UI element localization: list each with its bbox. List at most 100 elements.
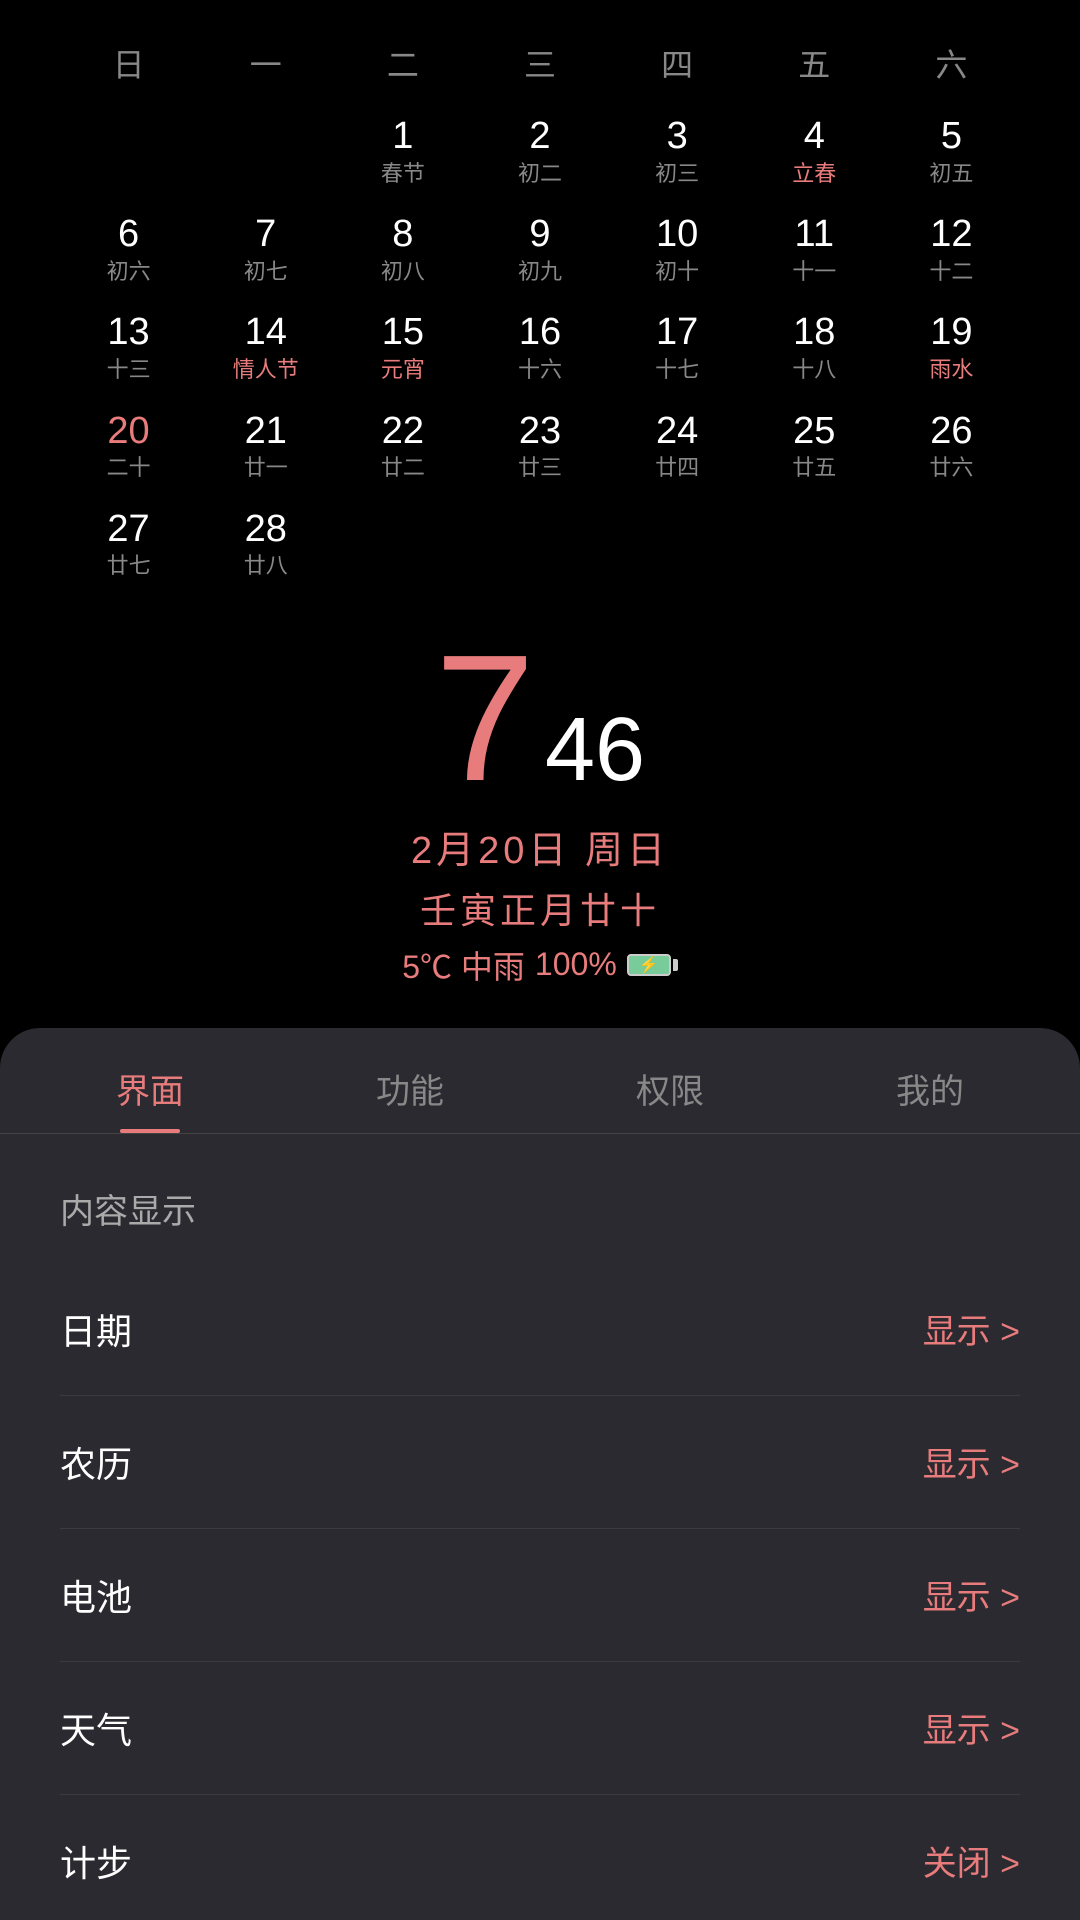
calendar-cell[interactable]: 2初二 [471,106,608,196]
settings-item-value-1: 显示 > [923,1437,1020,1486]
calendar-cell [60,106,197,196]
battery-percent: 100% [535,946,617,983]
calendar-cell[interactable]: 20二十 [60,401,197,491]
calendar-cell [471,499,608,589]
calendar-day-num: 8 [392,212,413,258]
calendar-day-lunar: 廿六 [929,454,973,483]
calendar-day-lunar: 廿三 [518,454,562,483]
calendar-day-lunar: 廿八 [244,552,288,581]
calendar-cell[interactable]: 4立春 [746,106,883,196]
calendar-cell[interactable]: 7初七 [197,204,334,294]
settings-item-label-4: 计步 [60,1835,132,1887]
settings-content: 内容显示 日期显示 >农历显示 >电池显示 >天气显示 >计步关闭 > [0,1134,1080,1920]
calendar-day-num: 14 [245,310,287,356]
calendar-day-lunar: 廿五 [792,454,836,483]
settings-list: 日期显示 >农历显示 >电池显示 >天气显示 >计步关闭 > [60,1263,1020,1920]
tab-ui[interactable]: 界面 [20,1028,280,1133]
calendar-cell[interactable]: 16十六 [471,302,608,392]
calendar-day-lunar: 初七 [244,258,288,287]
calendar-day-lunar: 初二 [518,160,562,189]
calendar-cell[interactable]: 25廿五 [746,401,883,491]
calendar-day-num: 9 [529,212,550,258]
settings-item-value-2: 显示 > [923,1570,1020,1619]
calendar-cell[interactable]: 3初三 [609,106,746,196]
calendar-day-lunar: 初八 [381,258,425,287]
settings-item-0[interactable]: 日期显示 > [60,1263,1020,1396]
calendar-cell[interactable]: 26廿六 [883,401,1020,491]
calendar-day-num: 21 [245,409,287,455]
calendar-cell[interactable]: 21廿一 [197,401,334,491]
settings-item-label-2: 电池 [60,1569,132,1621]
tab-perm[interactable]: 权限 [540,1028,800,1133]
calendar-cell [883,499,1020,589]
calendar-day-num: 18 [793,310,835,356]
calendar-cell[interactable]: 10初十 [609,204,746,294]
calendar-cell[interactable]: 8初八 [334,204,471,294]
calendar-day-lunar: 十三 [107,356,151,385]
settings-item-label-0: 日期 [60,1303,132,1355]
calendar-cell[interactable]: 18十八 [746,302,883,392]
clock-section: 7 46 2月20日 周日 壬寅正月廿十 5℃ 中雨 100% ⚡ [0,629,1080,1008]
battery-body: ⚡ [627,954,671,976]
calendar-day-lunar: 二十 [107,454,151,483]
clock-hour: 7 [435,629,535,809]
tab-mine[interactable]: 我的 [800,1028,1060,1133]
calendar-day-name: 五 [746,40,883,86]
calendar-day-num: 6 [118,212,139,258]
settings-item-1[interactable]: 农历 显示 > [60,1396,1020,1529]
calendar-day-num: 13 [107,310,149,356]
clock-minute: 46 [545,705,645,795]
calendar-day-lunar: 十八 [792,356,836,385]
settings-item-3[interactable]: 天气 显示 > [60,1662,1020,1795]
clock-time: 7 46 [435,629,645,809]
calendar-day-num: 1 [392,114,413,160]
calendar-day-name: 二 [334,40,471,86]
calendar-day-num: 4 [804,114,825,160]
calendar-day-lunar: 立春 [792,160,836,189]
section-title: 内容显示 [60,1184,1020,1233]
calendar-day-num: 11 [795,212,834,258]
calendar-section: 日一二三四五六 1春节2初二3初三4立春5初五6初六7初七8初八9初九10初十1… [0,0,1080,589]
calendar-day-lunar: 雨水 [929,356,973,385]
calendar-cell[interactable]: 24廿四 [609,401,746,491]
calendar-cell[interactable]: 15元宵 [334,302,471,392]
calendar-cell[interactable]: 1春节 [334,106,471,196]
calendar-cell[interactable]: 12十二 [883,204,1020,294]
calendar-cell[interactable]: 9初九 [471,204,608,294]
calendar-day-lunar: 初三 [655,160,699,189]
tab-bar: 界面 功能权限我的 [0,1028,1080,1134]
calendar-cell[interactable]: 19雨水 [883,302,1020,392]
settings-item-value-3: 显示 > [923,1703,1020,1752]
battery-icon: ⚡ [627,954,678,976]
settings-item-2[interactable]: 电池 显示 > [60,1529,1020,1662]
calendar-cell[interactable]: 6初六 [60,204,197,294]
calendar-day-num: 16 [519,310,561,356]
settings-item-label-3: 天气 [60,1702,132,1754]
calendar-cell [746,499,883,589]
calendar-day-lunar: 初十 [655,258,699,287]
calendar-day-num: 20 [107,409,149,455]
calendar-day-name: 三 [471,40,608,86]
calendar-cell[interactable]: 17十七 [609,302,746,392]
calendar-cell[interactable]: 23廿三 [471,401,608,491]
calendar-cell[interactable]: 11十一 [746,204,883,294]
calendar-cell[interactable]: 14情人节 [197,302,334,392]
calendar-day-lunar: 廿四 [655,454,699,483]
calendar-cell [609,499,746,589]
calendar-day-lunar: 十二 [929,258,973,287]
calendar-cell [334,499,471,589]
settings-item-4[interactable]: 计步关闭 > [60,1795,1020,1920]
calendar-cell[interactable]: 13十三 [60,302,197,392]
calendar-day-lunar: 初九 [518,258,562,287]
tab-label-ui: 界面 [116,1064,184,1113]
calendar-cell[interactable]: 5初五 [883,106,1020,196]
calendar-cell[interactable]: 22廿二 [334,401,471,491]
calendar-cell[interactable]: 27廿七 [60,499,197,589]
calendar-day-lunar: 元宵 [381,356,425,385]
calendar-day-num: 10 [656,212,698,258]
tab-func[interactable]: 功能 [280,1028,540,1133]
calendar-day-lunar: 廿一 [244,454,288,483]
calendar-cell[interactable]: 28廿八 [197,499,334,589]
settings-item-label-1: 农历 [60,1436,132,1488]
calendar-day-num: 15 [382,310,424,356]
